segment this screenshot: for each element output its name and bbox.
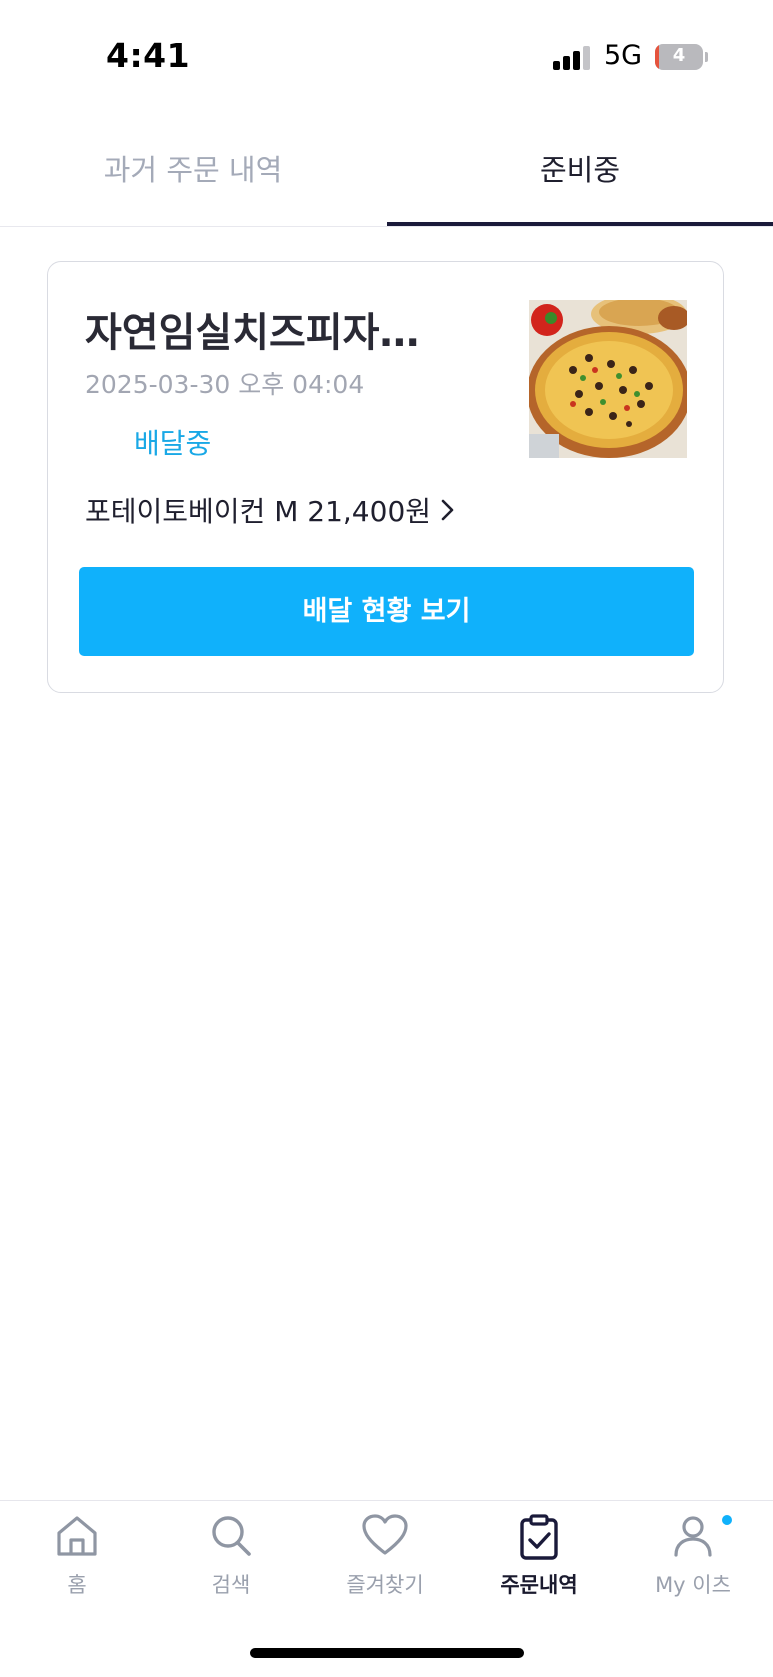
order-status: 배달중: [134, 427, 212, 460]
active-tab-indicator: [387, 222, 773, 226]
nav-orders-label: 주문내역: [500, 1573, 578, 1597]
clipboard-check-icon: [520, 1514, 558, 1560]
chevron-right-icon: [441, 499, 454, 521]
status-bar: 4:41 5G 4: [0, 0, 773, 110]
order-summary-link[interactable]: 포테이토베이컨 M 21,400원: [85, 490, 455, 530]
track-delivery-button[interactable]: 배달 현황 보기: [79, 567, 694, 656]
nav-home[interactable]: 홈: [0, 1501, 154, 1611]
network-type: 5G: [604, 40, 643, 71]
battery-icon: 4: [655, 44, 703, 70]
nav-favorites-label: 즐겨찾기: [346, 1573, 424, 1597]
signal-icon: [553, 46, 593, 70]
nav-search[interactable]: 검색: [154, 1501, 308, 1611]
nav-home-label: 홈: [67, 1573, 87, 1597]
battery-level: 4: [672, 45, 686, 66]
heart-icon: [362, 1514, 408, 1555]
nav-orders[interactable]: 주문내역: [462, 1501, 616, 1611]
pizza-image: [529, 300, 687, 458]
nav-my-eats-label: My 이츠: [655, 1573, 731, 1597]
order-date: 2025-03-30 오후 04:04: [85, 370, 365, 399]
order-card[interactable]: 자연임실치즈피자… 2025-03-30 오후 04:04 배달중 포테이토베이…: [47, 261, 724, 693]
order-tabs: 과거 주문 내역 준비중: [0, 130, 773, 227]
nav-favorites[interactable]: 즐겨찾기: [308, 1501, 462, 1611]
user-icon: [674, 1516, 712, 1557]
nav-my-eats[interactable]: My 이츠: [616, 1501, 770, 1611]
search-icon: [212, 1516, 251, 1556]
store-name: 자연임실치즈피자…: [85, 310, 420, 356]
order-summary-text: 포테이토베이컨 M 21,400원: [85, 495, 432, 528]
tab-preparing[interactable]: 준비중: [387, 130, 773, 226]
status-time: 4:41: [106, 36, 191, 75]
notification-dot: [722, 1515, 732, 1525]
home-indicator[interactable]: [250, 1648, 524, 1658]
nav-search-label: 검색: [211, 1573, 251, 1597]
tab-past-orders[interactable]: 과거 주문 내역: [0, 130, 386, 226]
home-icon: [57, 1516, 97, 1556]
